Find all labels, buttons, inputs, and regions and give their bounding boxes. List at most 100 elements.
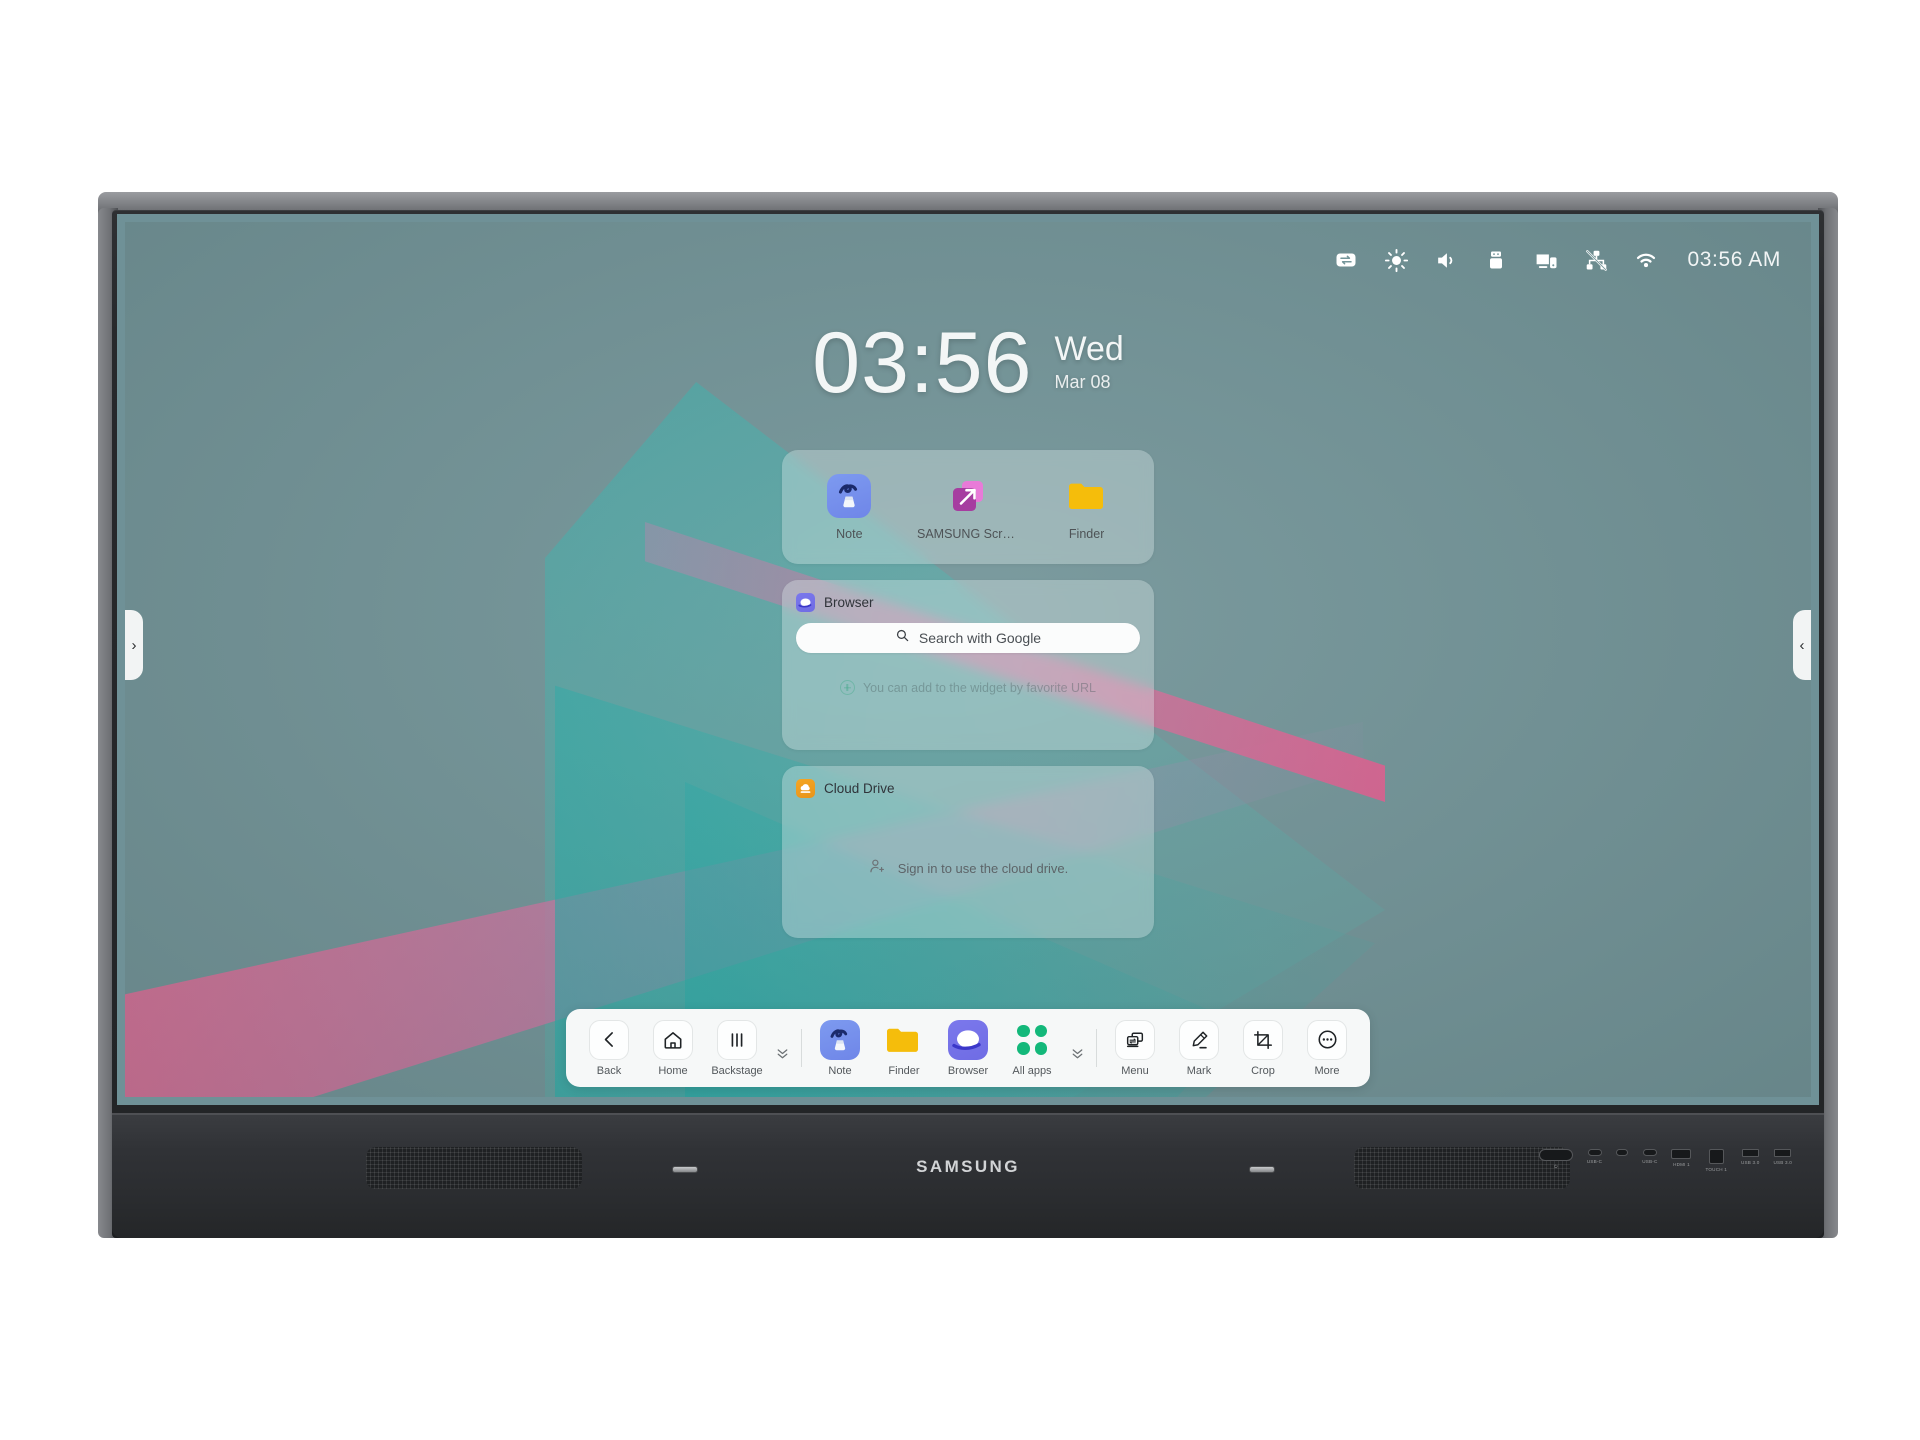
taskbar-divider-right <box>1096 1029 1097 1067</box>
network-disconnected-icon[interactable] <box>1583 247 1609 273</box>
ir-sensor-right <box>1249 1166 1275 1173</box>
cloud-widget-title: Cloud Drive <box>824 781 895 796</box>
browser-search-placeholder: Search with Google <box>918 630 1042 646</box>
taskbar-label: Browser <box>947 1064 989 1077</box>
usb-c-glyph <box>1587 1149 1602 1156</box>
status-bar-clock: 03:56 AM <box>1687 248 1781 271</box>
taskbar-label: Crop <box>1251 1064 1275 1077</box>
taskbar-all-apps[interactable]: All apps <box>1001 1016 1063 1080</box>
power-button[interactable]: ⏻ <box>1538 1149 1573 1169</box>
taskbar-collapse-left-icon[interactable] <box>770 1016 794 1080</box>
usb-c-port: USB-C <box>1587 1149 1602 1164</box>
browser-widget-header: Browser <box>796 593 1140 612</box>
taskbar-back-button[interactable]: Back <box>578 1016 640 1080</box>
shortcut-finder[interactable]: Finder <box>1035 474 1139 541</box>
screen-viewport: 03:56 AM 03:56 Wed Mar 08 Note SAMSUNG S… <box>125 222 1811 1097</box>
taskbar-menu-button[interactable]: Menu <box>1104 1016 1166 1080</box>
usb-port-1: USB 3.0 <box>1741 1149 1760 1165</box>
usb-icon[interactable] <box>1483 247 1509 273</box>
port-label: USB 3.0 <box>1740 1160 1760 1165</box>
finder-folder-icon <box>884 1020 924 1060</box>
samsung-screen-icon <box>946 474 990 518</box>
cloud-widget-header: Cloud Drive <box>796 779 1140 798</box>
shortcut-note[interactable]: Note <box>797 473 901 541</box>
clock-weekday: Wed <box>1054 330 1124 368</box>
taskbar-home-button[interactable]: Home <box>642 1016 704 1080</box>
usb-a-glyph-1 <box>1741 1149 1759 1157</box>
taskbar: Back Home Backstage Note Finder Browser … <box>566 1009 1370 1087</box>
brightness-icon[interactable] <box>1383 247 1409 273</box>
screen-share-icon[interactable] <box>1533 247 1559 273</box>
port-label: USB-C <box>1586 1159 1603 1164</box>
hdmi-port: HDMI 1 <box>1671 1149 1692 1167</box>
samsung-brand-logo: SAMSUNG <box>916 1157 1020 1176</box>
volume-icon[interactable] <box>1433 247 1459 273</box>
browser-search-input[interactable]: Search with Google <box>796 623 1140 653</box>
taskbar-app-browser[interactable]: Browser <box>937 1016 999 1080</box>
taskbar-app-finder[interactable]: Finder <box>873 1016 935 1080</box>
crop-icon <box>1243 1019 1283 1060</box>
taskbar-label: Note <box>828 1064 852 1077</box>
power-button-glyph <box>1538 1149 1573 1161</box>
cloud-signin-text: Sign in to use the cloud drive. <box>897 860 1069 876</box>
right-drawer-handle[interactable]: ‹ <box>1793 610 1811 680</box>
taskbar-label: More <box>1314 1064 1340 1077</box>
browser-icon <box>948 1019 988 1060</box>
clock-widget[interactable]: 03:56 Wed Mar 08 <box>812 315 1124 411</box>
device-bottom-bar: SAMSUNG ⏻ USB-C USB-C HDMI 1 TOUCH 1 USB… <box>112 1113 1824 1238</box>
touch-usb-b-glyph <box>1708 1149 1724 1164</box>
taskbar-label: Finder <box>888 1064 920 1077</box>
clock-date-block: Wed Mar 08 <box>1054 324 1123 393</box>
shortcut-samsung-screen[interactable]: SAMSUNG Screen… <box>916 474 1020 541</box>
usb-port-2: USB 3.0 <box>1773 1149 1792 1165</box>
note-icon <box>820 1019 860 1060</box>
browser-widget-hint[interactable]: You can add to the widget by favorite UR… <box>796 680 1140 695</box>
display-screen: 03:56 AM 03:56 Wed Mar 08 Note SAMSUNG S… <box>117 214 1819 1105</box>
audio-jack-glyph <box>1616 1149 1629 1156</box>
speaker-grille-left <box>366 1147 582 1189</box>
status-bar: 03:56 AM <box>1333 240 1781 280</box>
taskbar-label: All apps <box>1012 1064 1052 1077</box>
usb-c-glyph-2 <box>1642 1149 1657 1156</box>
browser-icon <box>796 593 815 612</box>
backstage-bars-icon <box>717 1019 757 1060</box>
ir-sensor-left <box>672 1166 698 1173</box>
taskbar-app-note[interactable]: Note <box>809 1016 871 1080</box>
taskbar-divider-left <box>801 1029 802 1067</box>
app-shortcuts-widget: Note SAMSUNG Screen… <box>782 450 1154 564</box>
input-source-icon[interactable] <box>1333 247 1359 273</box>
home-icon <box>653 1019 693 1060</box>
usb-c-port-2: USB-C <box>1642 1149 1657 1164</box>
browser-widget-hint-text: You can add to the widget by favorite UR… <box>862 680 1097 695</box>
port-label: USB 3.0 <box>1773 1160 1792 1165</box>
port-cluster: ⏻ USB-C USB-C HDMI 1 TOUCH 1 USB 3.0 USB… <box>1538 1149 1792 1209</box>
shortcut-label: Note <box>836 526 863 541</box>
note-icon <box>827 473 872 518</box>
speaker-grille-right <box>1354 1147 1570 1189</box>
port-label: TOUCH 1 <box>1705 1167 1727 1172</box>
taskbar-backstage-button[interactable]: Backstage <box>706 1016 768 1080</box>
menu-windows-icon <box>1115 1019 1155 1060</box>
taskbar-more-button[interactable]: More <box>1296 1016 1358 1080</box>
taskbar-label: Home <box>658 1064 688 1077</box>
browser-widget-title: Browser <box>824 595 874 610</box>
taskbar-crop-button[interactable]: Crop <box>1232 1016 1294 1080</box>
port-label: USB-C <box>1642 1159 1658 1164</box>
back-chevron-icon <box>589 1019 629 1060</box>
clock-time: 03:56 <box>812 315 1033 411</box>
wifi-icon[interactable] <box>1633 247 1659 273</box>
interactive-display-device: 03:56 AM 03:56 Wed Mar 08 Note SAMSUNG S… <box>98 192 1838 1255</box>
port-label: ⏻ <box>1553 1164 1558 1169</box>
taskbar-label: Back <box>596 1064 622 1077</box>
taskbar-label: Mark <box>1186 1064 1212 1077</box>
taskbar-collapse-right-icon[interactable] <box>1065 1016 1089 1080</box>
left-drawer-handle[interactable]: › <box>125 610 143 680</box>
taskbar-mark-button[interactable]: Mark <box>1168 1016 1230 1080</box>
more-dots-icon <box>1307 1019 1347 1060</box>
cloud-drive-icon <box>796 779 815 798</box>
widget-column: Note SAMSUNG Screen… <box>782 450 1154 938</box>
cloud-signin-prompt[interactable]: Sign in to use the cloud drive. <box>796 809 1140 927</box>
hdmi-glyph <box>1671 1149 1692 1159</box>
audio-jack <box>1616 1149 1629 1159</box>
plus-circle-icon <box>839 680 855 695</box>
